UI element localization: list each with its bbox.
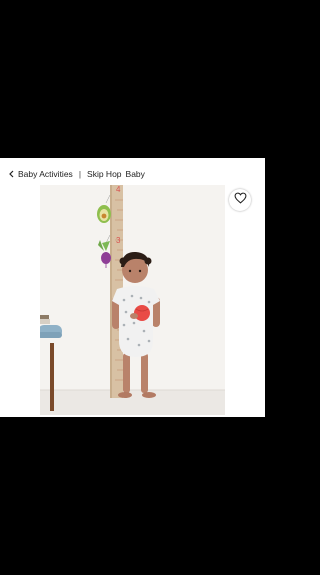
product-image[interactable]: 4 3 [40, 185, 225, 415]
heart-outline-icon [234, 191, 247, 209]
breadcrumb-back-link[interactable]: Baby Activities [8, 169, 73, 179]
chart-mark-4: 4 [116, 185, 121, 194]
chart-mark-3: 3 [116, 236, 121, 245]
product-content: Baby Activities | Skip Hop Baby 4 3 [0, 158, 265, 417]
chevron-left-icon [8, 169, 16, 179]
breadcrumb-category-link[interactable]: Baby [126, 169, 145, 179]
breadcrumb: Baby Activities | Skip Hop Baby [8, 168, 145, 180]
breadcrumb-brand-link[interactable]: Skip Hop [87, 169, 122, 179]
wishlist-button[interactable] [229, 189, 251, 211]
breadcrumb-separator: | [78, 169, 82, 179]
breadcrumb-back-label: Baby Activities [18, 169, 73, 179]
